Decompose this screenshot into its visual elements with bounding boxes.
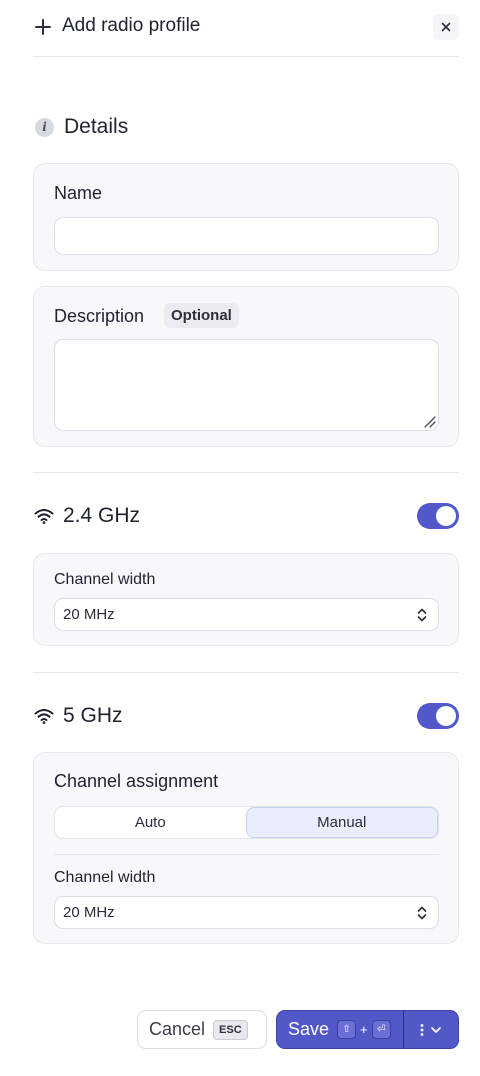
band-24-card: Channel width 20 MHz [33,553,459,646]
segment-auto[interactable]: Auto [55,807,246,838]
resize-grip-icon[interactable] [422,414,436,428]
toggle-knob [436,506,456,526]
esc-shortcut: ESC [213,1019,248,1040]
description-textarea[interactable] [54,339,439,431]
toggle-knob [436,706,456,726]
dialog-title: Add radio profile [62,15,201,36]
band-24-toggle[interactable] [417,503,459,529]
band-5-heading: 5 GHz [33,704,123,728]
band-24-channel-width-select[interactable]: 20 MHz [54,598,439,631]
cancel-label: Cancel [149,1019,206,1039]
select-value: 20 MHz [63,904,115,921]
save-button[interactable]: Save ⇧ + ⏎ [277,1011,404,1048]
save-button-group: Save ⇧ + ⏎ [276,1010,459,1049]
close-button[interactable] [433,14,459,40]
dialog-header: Add radio profile [33,0,459,57]
name-card: Name [33,163,459,271]
kebab-icon [420,1023,424,1036]
save-options-button[interactable] [404,1011,458,1048]
description-label: Description [54,306,145,326]
band-5-title: 5 GHz [63,704,123,727]
cancel-button[interactable]: Cancel ESC [137,1010,267,1049]
band-5-channel-width-select[interactable]: 20 MHz [54,896,439,929]
close-icon [441,22,451,32]
segment-manual[interactable]: Manual [245,807,438,838]
optional-badge: Optional [164,303,239,328]
chevron-updown-icon [417,608,427,622]
channel-width-label: Channel width [54,869,156,886]
band-24-title: 2.4 GHz [63,504,141,527]
name-input[interactable] [54,217,439,255]
shortcut-plus: + [360,1022,368,1037]
band-24-heading: 2.4 GHz [33,504,140,528]
description-card: Description Optional [33,286,459,447]
chevron-down-icon [431,1026,441,1033]
channel-assignment-segmented: Auto Manual [54,806,439,839]
section-divider [33,472,459,473]
plus-icon [35,19,51,35]
section-divider [33,672,459,673]
name-label: Name [54,183,103,203]
channel-assignment-label: Channel assignment [54,771,219,791]
enter-key: ⏎ [371,1020,391,1039]
band-5-card: Channel assignment Auto Manual Channel w… [33,752,459,944]
select-value: 20 MHz [63,606,115,623]
shift-key: ⇧ [337,1020,357,1039]
info-icon: i [35,117,54,137]
details-title: Details [64,115,129,138]
band-5-toggle[interactable] [417,703,459,729]
chevron-updown-icon [417,906,427,920]
wifi-icon [34,509,54,524]
channel-width-label: Channel width [54,571,156,588]
card-divider [54,854,439,855]
wifi-icon [34,709,54,724]
save-label: Save [288,1019,330,1039]
details-heading: i Details [33,115,128,139]
